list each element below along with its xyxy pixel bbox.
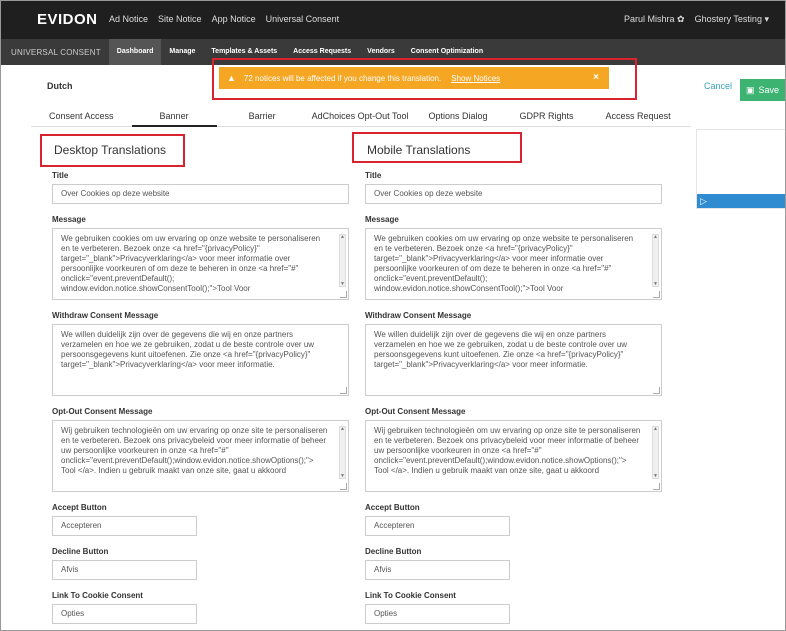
resize-grip-icon[interactable] [340,291,347,298]
gear-icon: ✿ [677,14,685,24]
tab-options-dialog[interactable]: Options Dialog [412,107,503,127]
mobile-optout-text: Wij gebruiken technologieën om uw ervari… [374,426,641,475]
desktop-highlight-box [40,134,185,167]
top-bar: EVIDON Ad Notice Site Notice App Notice … [1,1,785,39]
desktop-message-textarea[interactable]: We gebruiken cookies om uw ervaring op o… [52,228,349,300]
mobile-accept-input[interactable]: Accepteren [365,516,510,536]
mobile-decline-input[interactable]: Afvis [365,560,510,580]
resize-grip-icon[interactable] [653,291,660,298]
tab-banner[interactable]: Banner [131,107,217,127]
tab-access-request[interactable]: Access Request [590,107,687,127]
save-icon: ▣ [746,84,755,95]
desktop-optout-text: Wij gebruiken technologieën om uw ervari… [61,426,328,475]
link-label: Link To Cookie Consent [52,591,143,600]
desktop-accept-input[interactable]: Accepteren [52,516,197,536]
desktop-title-input[interactable]: Over Cookies op deze website [52,184,349,204]
nav-app-notice[interactable]: App Notice [212,14,256,24]
link-label: Link To Cookie Consent [365,591,456,600]
message-label: Message [52,215,86,224]
user-menu[interactable]: Parul Mishra ✿ [624,14,685,25]
nav-universal-consent[interactable]: Universal Consent [266,14,340,24]
desktop-decline-input[interactable]: Afvis [52,560,197,580]
mobile-withdraw-textarea[interactable]: We willen duidelijk zijn over de gegeven… [365,324,662,396]
title-label: Title [52,171,69,180]
tab-gdpr-rights[interactable]: GDPR Rights [504,107,590,127]
withdraw-label: Withdraw Consent Message [365,311,472,320]
mobile-link-input[interactable]: Opties [365,604,510,624]
cancel-button[interactable]: Cancel [704,81,732,91]
account-menu[interactable]: Ghostery Testing ▾ [695,14,769,25]
desktop-withdraw-text: We willen duidelijk zijn over de gegeven… [61,330,315,369]
desktop-message-text: We gebruiken cookies om uw ervaring op o… [61,234,321,293]
save-label: Save [758,85,780,95]
resize-grip-icon[interactable] [653,483,660,490]
mobile-message-textarea[interactable]: We gebruiken cookies om uw ervaring op o… [365,228,662,300]
mobile-withdraw-text: We willen duidelijk zijn over de gegeven… [374,330,628,369]
top-nav: Ad Notice Site Notice App Notice Univers… [109,14,339,24]
mobile-highlight-box [352,132,522,163]
desktop-withdraw-textarea[interactable]: We willen duidelijk zijn over de gegeven… [52,324,349,396]
scrollbar[interactable] [339,424,346,481]
nav-site-notice[interactable]: Site Notice [158,14,202,24]
subnav-manage[interactable]: Manage [161,39,203,65]
decline-label: Decline Button [365,547,422,556]
tab-barrier[interactable]: Barrier [217,107,308,127]
withdraw-label: Withdraw Consent Message [52,311,159,320]
evidon-logo: EVIDON [37,11,98,28]
user-area: Parul Mishra ✿ Ghostery Testing ▾ [624,14,769,25]
decline-label: Decline Button [52,547,109,556]
optout-label: Opt-Out Consent Message [52,407,153,416]
product-label: UNIVERSAL CONSENT [11,47,101,57]
desktop-translations-panel: Desktop Translations Title Over Cookies … [52,139,349,624]
mobile-title-input[interactable]: Over Cookies op deze website [365,184,662,204]
scrollbar[interactable] [339,232,346,289]
account-name: Ghostery Testing [694,14,762,24]
tab-consent-access[interactable]: Consent Access [31,107,132,127]
tab-adchoices-opt-out-tool[interactable]: AdChoices Opt-Out Tool [308,107,413,127]
user-name: Parul Mishra [624,14,675,24]
resize-grip-icon[interactable] [340,387,347,394]
preview-banner-bar: ▷ [697,194,785,208]
desktop-link-input[interactable]: Opties [52,604,197,624]
scrollbar[interactable] [652,424,659,481]
mobile-message-text: We gebruiken cookies om uw ervaring op o… [374,234,634,293]
scrollbar[interactable] [652,232,659,289]
message-label: Message [365,215,399,224]
title-label: Title [365,171,382,180]
app-window: EVIDON Ad Notice Site Notice App Notice … [0,0,786,631]
optout-label: Opt-Out Consent Message [365,407,466,416]
alert-highlight-box [212,58,637,100]
caret-down-icon: ▾ [764,14,769,24]
mobile-optout-textarea[interactable]: Wij gebruiken technologieën om uw ervari… [365,420,662,492]
resize-grip-icon[interactable] [653,387,660,394]
desktop-optout-textarea[interactable]: Wij gebruiken technologieën om uw ervari… [52,420,349,492]
mobile-translations-panel: Mobile Translations Title Over Cookies o… [365,139,662,624]
tabs: Consent Access Banner Barrier AdChoices … [31,107,691,127]
resize-grip-icon[interactable] [340,483,347,490]
save-button[interactable]: ▣ Save [740,79,785,101]
accept-label: Accept Button [365,503,420,512]
banner-preview: ▷ [696,129,785,209]
subnav-dashboard[interactable]: Dashboard [108,39,162,65]
nav-ad-notice[interactable]: Ad Notice [109,14,148,24]
ad-choices-icon: ▷ [700,196,707,206]
accept-label: Accept Button [52,503,107,512]
language-label: Dutch [47,81,73,91]
